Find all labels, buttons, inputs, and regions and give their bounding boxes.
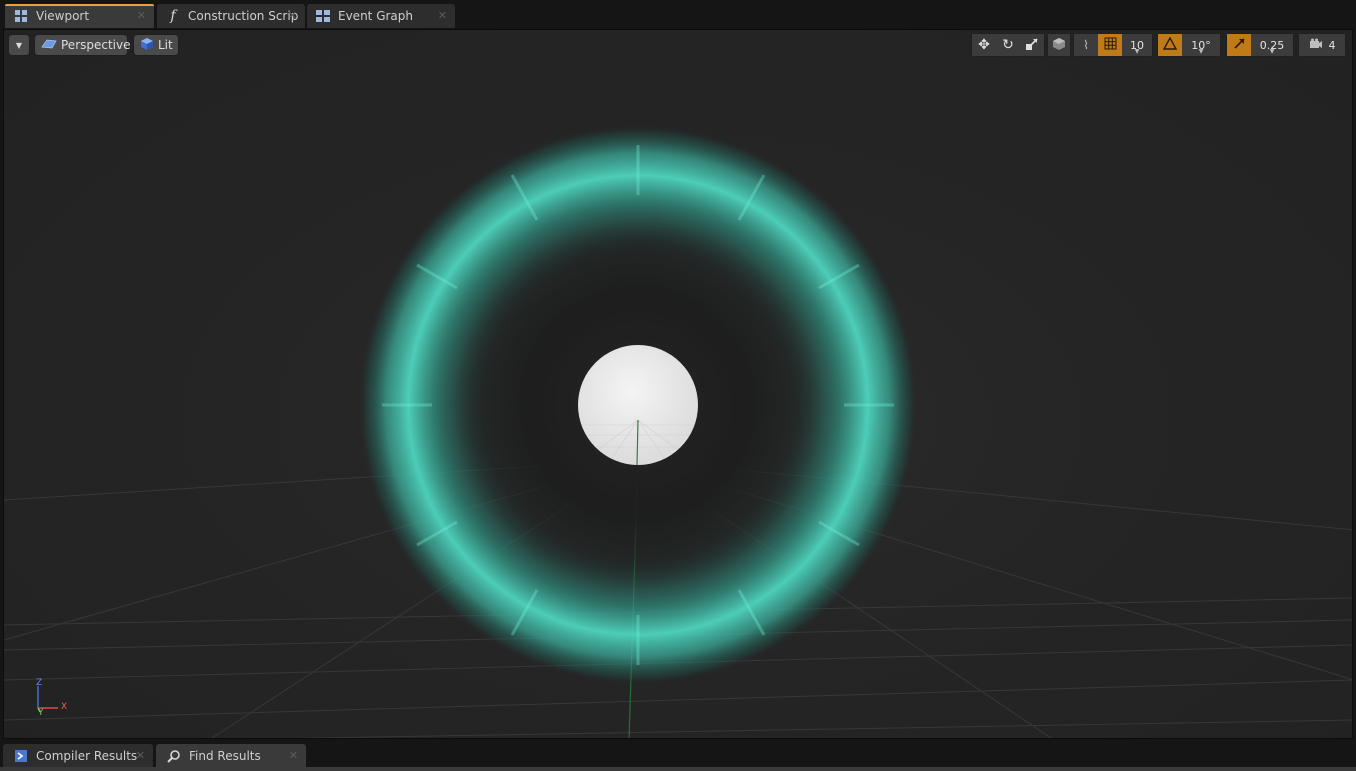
translate-mode-button[interactable]: ✥ [972,34,996,56]
camera-speed-group: 4 [1298,33,1346,57]
axis-y-label: Y [38,708,44,718]
camera-speed-button[interactable]: 4 [1299,34,1345,56]
close-icon[interactable]: ✕ [438,9,447,22]
perspective-label: Perspective [61,38,131,52]
surface-snap-icon: ⌇ [1083,38,1089,52]
close-icon[interactable]: ✕ [136,749,145,762]
scale-icon [1025,37,1039,54]
grid-snap-group: ⌇ 10 ▼ [1073,33,1153,57]
tab-find-results[interactable]: Find Results ✕ [156,744,306,768]
axis-z-label: Z [36,678,43,688]
viewport-icon [13,8,29,24]
chevron-down-icon: ▼ [15,40,23,50]
coordinate-space-group [1047,33,1071,57]
grid-snap-value[interactable]: 10 ▼ [1122,34,1152,56]
rotation-snap-toggle[interactable] [1158,34,1182,56]
chevron-down-icon: ▼ [1198,48,1204,55]
perspective-button[interactable]: Perspective [34,34,131,56]
function-icon: f [170,8,176,24]
tab-label: Construction Scrip [188,9,299,23]
grid-snap-toggle[interactable] [1098,34,1122,56]
angle-icon [1162,36,1178,53]
viewport-options-dropdown[interactable]: ▼ [8,34,30,56]
tab-label: Find Results [189,749,261,763]
chevron-down-icon: ▼ [1134,48,1140,55]
world-local-toggle[interactable] [1048,34,1070,56]
tab-label: Event Graph [338,9,413,23]
search-icon [166,748,182,764]
lit-label: Lit [158,38,173,52]
axis-x-label: X [61,702,68,712]
tab-viewport[interactable]: Viewport ✕ [5,4,154,28]
tab-compiler-results[interactable]: Compiler Results ✕ [3,744,153,768]
transform-mode-group: ✥ ↻ [971,33,1045,57]
grid-icon [1104,37,1117,53]
tab-construction-script[interactable]: f Construction Scrip ✕ [157,4,305,28]
scale-snap-toggle[interactable] [1227,34,1251,56]
rotation-snap-group: 10° ▼ [1157,33,1221,57]
axis-gizmo: Z X Y [28,678,78,718]
tab-event-graph[interactable]: Event Graph ✕ [307,4,455,28]
scale-snap-group: 0.25 ▼ [1226,33,1294,57]
event-graph-icon [315,8,331,24]
rotate-icon: ↻ [1002,37,1014,53]
close-icon[interactable]: ✕ [288,9,297,22]
lit-cube-icon [140,37,154,54]
rotate-mode-button[interactable]: ↻ [996,34,1020,56]
tab-label: Compiler Results [36,749,138,763]
scale-snap-value[interactable]: 0.25 ▼ [1251,34,1293,56]
scale-mode-button[interactable] [1020,34,1044,56]
surface-snap-button[interactable]: ⌇ [1074,34,1098,56]
lit-button[interactable]: Lit [133,34,179,56]
perspective-icon [41,38,57,53]
scale-arrow-icon [1233,37,1246,53]
chevron-down-icon: ▼ [1269,48,1275,55]
level-viewport[interactable]: ▼ Perspective Lit ✥ ↻ ⌇ 10 ▼ 10° ▼ 0.25 … [3,29,1353,739]
editor-tab-bar: Viewport ✕ f Construction Scrip ✕ Event … [0,0,1356,30]
compiler-icon [13,748,29,764]
camera-speed-value-label: 4 [1328,38,1336,52]
close-icon[interactable]: ✕ [289,749,298,762]
viewport-scene [4,125,1352,738]
bottom-panel-edge [0,767,1356,771]
close-icon[interactable]: ✕ [137,9,146,22]
camera-icon [1309,38,1323,52]
rotation-snap-value[interactable]: 10° ▼ [1182,34,1220,56]
move-arrows-icon: ✥ [978,37,990,53]
cube-icon [1052,37,1066,54]
tab-label: Viewport [36,9,90,23]
